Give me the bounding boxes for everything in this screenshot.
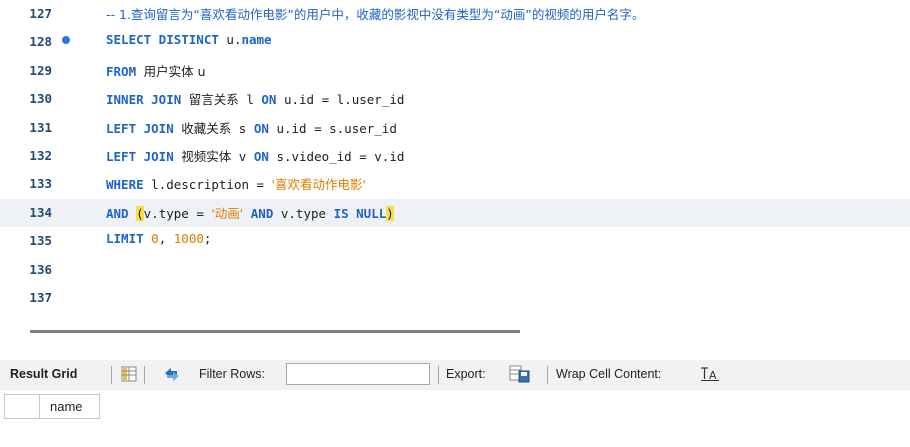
- code-token: AND: [250, 205, 274, 221]
- code-text: SELECT DISTINCT u.name: [106, 32, 272, 47]
- code-line[interactable]: 133 WHERE l.description = '喜欢看动作电影': [0, 170, 910, 198]
- code-token: s: [231, 120, 254, 136]
- code-line[interactable]: 132 LEFT JOIN 视频实体 v ON s.video_id = v.id: [0, 142, 910, 170]
- code-token: AND: [106, 205, 129, 221]
- wrap-cell-content-label: Wrap Cell Content:: [556, 367, 662, 381]
- toolbar-separator: [547, 366, 548, 384]
- code-token: 用户实体 u: [143, 63, 206, 79]
- line-number: 127: [29, 6, 52, 21]
- code-line[interactable]: 134 AND (v.type = '动画' AND v.type IS NULL…: [0, 198, 910, 227]
- result-grid[interactable]: name: [0, 392, 910, 447]
- line-number: 132: [29, 148, 52, 163]
- line-number: 137: [29, 290, 52, 305]
- code-token: '喜欢看动作电影': [271, 177, 366, 193]
- code-token: ON: [261, 92, 277, 108]
- code-line[interactable]: 131 LEFT JOIN 收藏关系 s ON u.id = s.user_id: [0, 114, 910, 142]
- export-label: Export:: [446, 367, 486, 381]
- code-text: WHERE l.description = '喜欢看动作电影': [106, 174, 366, 193]
- code-line[interactable]: 137: [0, 284, 910, 312]
- code-line[interactable]: 127 -- 1.查询留言为“喜欢看动作电影”的用户中，收藏的影视中没有类型为“动…: [0, 0, 910, 28]
- code-text: LEFT JOIN 收藏关系 s ON u.id = s.user_id: [106, 118, 397, 137]
- code-token: ;: [203, 231, 212, 247]
- code-line[interactable]: 128 SELECT DISTINCT u.name: [0, 28, 910, 56]
- code-token: ON: [253, 120, 269, 136]
- horizontal-scrollbar[interactable]: [30, 330, 520, 333]
- code-token: u.id = s.user_id: [268, 120, 397, 136]
- refresh-arrows-icon[interactable]: [162, 365, 182, 386]
- row-selector-header[interactable]: [4, 394, 40, 419]
- line-number: 136: [29, 261, 52, 277]
- result-toolbar: Result Grid Filter Rows: Export: Wrap Ce…: [0, 360, 910, 390]
- line-number: 133: [29, 176, 52, 192]
- code-token: INNER JOIN: [106, 92, 182, 108]
- code-line[interactable]: 136: [0, 256, 910, 284]
- line-number: 128: [29, 34, 52, 50]
- column-header-name[interactable]: name: [40, 394, 100, 419]
- code-token: 1000: [173, 231, 204, 247]
- code-token: '动画': [211, 205, 244, 221]
- code-token: SELECT DISTINCT: [106, 32, 219, 48]
- code-line[interactable]: 135 LIMIT 0, 1000;: [0, 227, 910, 255]
- code-token: u.: [218, 32, 242, 48]
- code-token: LEFT JOIN: [106, 149, 174, 164]
- line-number: 134: [29, 204, 52, 220]
- code-token: 收藏关系: [181, 120, 232, 136]
- code-token: name: [241, 32, 272, 48]
- code-token: u.id = l.user_id: [276, 92, 405, 108]
- line-number: 131: [29, 119, 52, 135]
- toolbar-separator: [144, 366, 145, 384]
- code-text: INNER JOIN 留言关系 l ON u.id = l.user_id: [106, 89, 404, 108]
- code-token: ,: [158, 231, 174, 247]
- filter-rows-input[interactable]: [286, 363, 430, 385]
- code-token: 视频实体: [181, 149, 232, 164]
- code-text: AND (v.type = '动画' AND v.type IS NULL): [106, 203, 394, 222]
- code-text: FROM 用户实体 u: [106, 61, 206, 80]
- code-text: -- 1.查询留言为“喜欢看动作电影”的用户中，收藏的影视中没有类型为“动画”的…: [106, 4, 644, 23]
- code-line[interactable]: 129 FROM 用户实体 u: [0, 57, 910, 85]
- code-token: v: [231, 149, 254, 164]
- code-text: LEFT JOIN 视频实体 v ON s.video_id = v.id: [106, 146, 404, 165]
- line-number: 130: [29, 91, 52, 107]
- export-grid-icon[interactable]: [509, 364, 531, 387]
- statement-marker-icon: [62, 36, 70, 45]
- code-line[interactable]: 130 INNER JOIN 留言关系 l ON u.id = l.user_id: [0, 85, 910, 113]
- wrap-text-icon[interactable]: A: [699, 366, 721, 385]
- code-token: 0: [151, 231, 159, 247]
- code-token: 留言关系: [188, 92, 239, 108]
- code-token: LEFT JOIN: [106, 120, 174, 136]
- code-token: -- 1.查询留言为“喜欢看动作电影”的用户中，收藏的影视中没有类型为“动画”的…: [106, 7, 645, 22]
- code-token: LIMIT: [106, 231, 144, 247]
- code-token: l: [238, 92, 262, 108]
- code-text: LIMIT 0, 1000;: [106, 231, 211, 246]
- toolbar-separator: [438, 366, 439, 384]
- toolbar-separator: [111, 366, 112, 384]
- code-token: WHERE: [106, 177, 144, 193]
- filter-rows-label: Filter Rows:: [199, 367, 265, 381]
- line-number: 135: [29, 233, 52, 249]
- code-token: s.video_id = v.id: [268, 149, 405, 164]
- code-token: FROM: [106, 63, 137, 79]
- code-token: v.type: [273, 205, 334, 221]
- code-token: ON: [253, 149, 269, 164]
- code-token: v.type =: [143, 205, 212, 221]
- sql-editor[interactable]: 127 -- 1.查询留言为“喜欢看动作电影”的用户中，收藏的影视中没有类型为“动…: [0, 0, 910, 333]
- code-token: ): [386, 205, 394, 221]
- line-number: 129: [29, 62, 52, 78]
- code-token: l.description =: [143, 177, 272, 193]
- form-editor-icon[interactable]: [120, 365, 138, 386]
- result-grid-tab[interactable]: Result Grid: [10, 367, 77, 381]
- code-token: IS NULL: [333, 205, 387, 221]
- code-token: (: [136, 205, 144, 221]
